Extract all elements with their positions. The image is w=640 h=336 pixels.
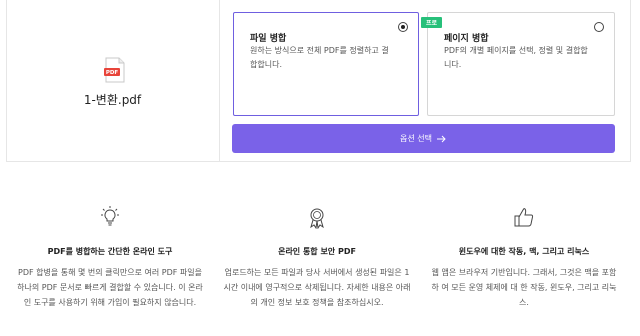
file-preview: PDF 1-변환.pdf (6, 0, 219, 162)
feature-title: PDF를 병합하는 간단한 온라인 도구 (47, 247, 173, 256)
arrow-right-icon (436, 135, 446, 142)
thumbs-up-icon (514, 208, 534, 227)
option-title: 파일 병합 (250, 34, 287, 44)
divider (219, 0, 220, 162)
radio-merge-files[interactable] (398, 22, 408, 32)
radio-merge-pages[interactable] (594, 22, 604, 32)
feature-text: 웹 앱은 브라우저 기반입니다. 그래서, 그것은 맥을 포함 하 여 모든 운… (431, 268, 617, 307)
feature-text: PDF 합병을 통해 몇 번의 클릭만으로 여러 PDF 파일을 하나의 PDF… (17, 268, 203, 307)
option-description: 원하는 방식으로 전체 PDF를 정렬하고 결합합니다. (250, 46, 389, 69)
pro-badge: 프로 (421, 17, 443, 28)
feature-simple-tool: PDF를 병합하는 간단한 온라인 도구 PDF 합병을 통해 몇 번의 클릭만… (15, 205, 205, 310)
option-card-merge-files[interactable]: 파일 병합 원하는 방식으로 전체 PDF를 정렬하고 결합합니다. (233, 12, 419, 116)
select-options-label: 옵션 선택 (400, 134, 432, 143)
feature-secure: 온라인 통합 보안 PDF 업로드하는 모든 파일과 당사 서버에서 생성된 파… (222, 205, 412, 310)
option-card-merge-pages[interactable]: 프로 페이지 병합 PDF의 개별 페이지를 선택, 정렬 및 결합합니다. (421, 12, 615, 116)
feature-title: 온라인 통합 보안 PDF (278, 247, 356, 256)
svg-text:PDF: PDF (106, 70, 119, 76)
award-icon (310, 208, 324, 229)
lightbulb-icon (101, 206, 119, 226)
feature-cross-platform: 윈도우에 대한 작동, 맥, 그리고 리눅스 웹 앱은 브라우저 기반입니다. … (429, 205, 619, 310)
features-section: PDF를 병합하는 간단한 온라인 도구 PDF 합병을 통해 몇 번의 클릭만… (0, 205, 640, 336)
feature-text: 업로드하는 모든 파일과 당사 서버에서 생성된 파일은 1시간 이내에 영구적… (223, 268, 411, 307)
option-description: PDF의 개별 페이지를 선택, 정렬 및 결합합니다. (444, 46, 588, 69)
file-name: 1-변환.pdf (83, 93, 142, 107)
option-title: 페이지 병합 (444, 34, 489, 44)
feature-title: 윈도우에 대한 작동, 맥, 그리고 리눅스 (458, 247, 590, 256)
pdf-file-icon: PDF (104, 57, 125, 83)
select-options-button[interactable]: 옵션 선택 (232, 124, 615, 153)
